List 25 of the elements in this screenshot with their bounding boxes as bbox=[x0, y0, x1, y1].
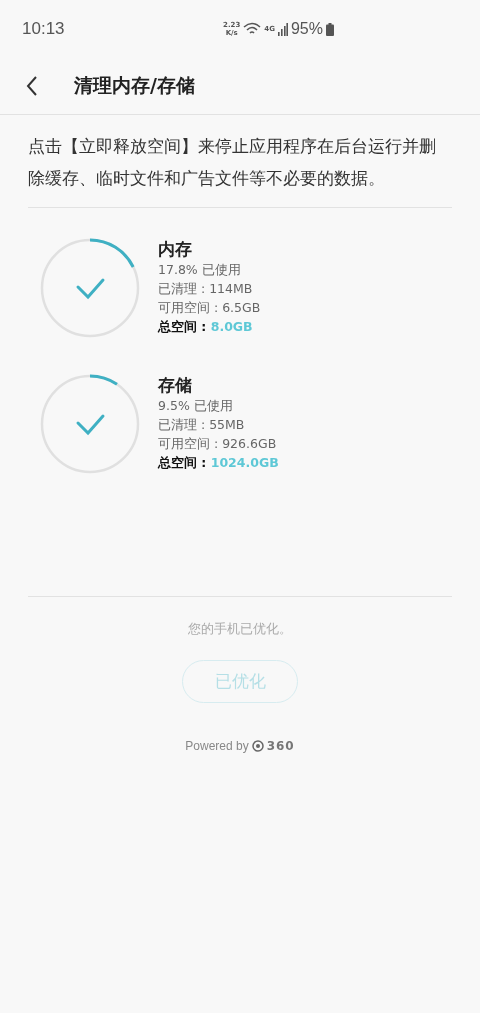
usage-text: 17.8% 已使用 bbox=[158, 261, 241, 279]
available-text: 可用空间 : 6.5GB bbox=[158, 299, 261, 317]
storage-title: 存储 bbox=[158, 374, 192, 396]
cleaned-text: 已清理 : 114MB bbox=[158, 280, 253, 298]
usage-arc bbox=[89, 238, 135, 268]
total-space-text: 总空间 : 8.0GB bbox=[158, 318, 253, 336]
cleaned-text: 已清理 : 55MB bbox=[158, 416, 245, 434]
battery-icon bbox=[326, 22, 334, 36]
check-icon bbox=[76, 414, 105, 436]
description-text: 点击【立即释放空间】来停止应用程序在后台运行并删除缓存、临时文件和广告文件等不必要的数据。 bbox=[28, 131, 452, 208]
logo-icon bbox=[251, 740, 264, 752]
status-message: 您的手机已优化。 bbox=[187, 621, 293, 638]
status-time: 10:13 bbox=[22, 19, 65, 39]
usage-text: 9.5% 已使用 bbox=[158, 397, 233, 415]
total-space-text: 总空间 : 1024.0GB bbox=[158, 454, 279, 472]
usage-arc bbox=[89, 374, 118, 386]
brand-text: 360 bbox=[266, 739, 295, 753]
wifi-icon bbox=[243, 22, 262, 36]
check-icon bbox=[76, 278, 105, 300]
storage-title: 内存 bbox=[158, 238, 192, 260]
page-title: 清理内存/存储 bbox=[74, 73, 195, 98]
available-text: 可用空间 : 926.6GB bbox=[158, 435, 277, 453]
powered-by-text: Powered by bbox=[185, 739, 249, 753]
signal-icon bbox=[277, 22, 288, 36]
battery-level: 95% bbox=[290, 20, 323, 38]
